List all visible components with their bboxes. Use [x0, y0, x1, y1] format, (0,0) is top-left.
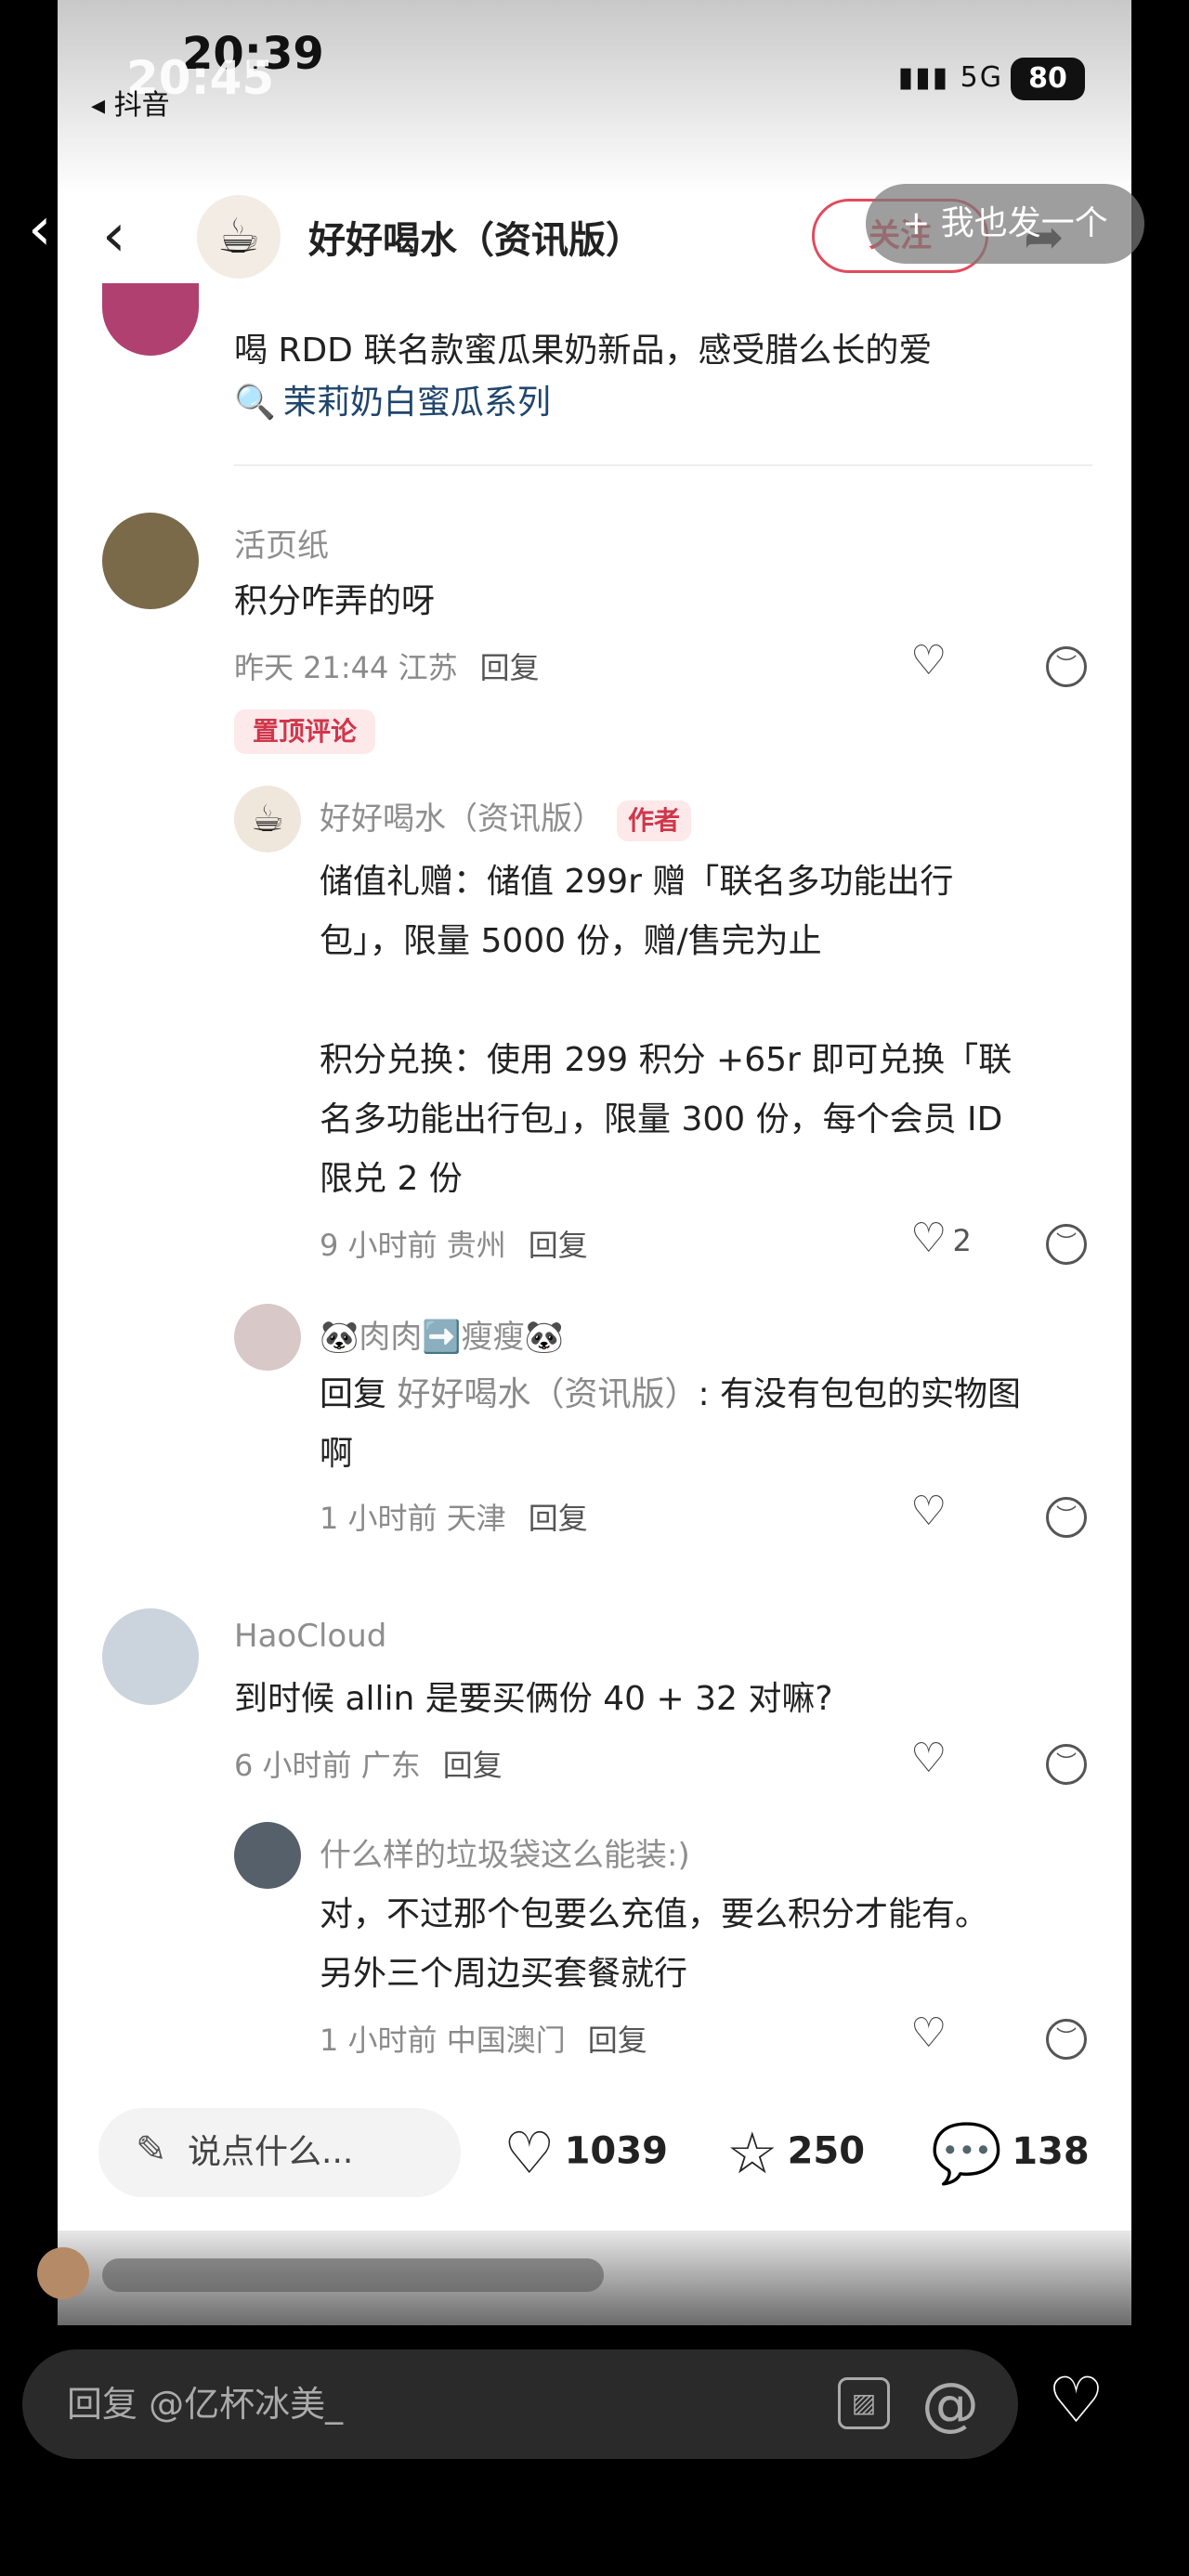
- image-icon[interactable]: ▨: [838, 2377, 890, 2429]
- reply-button[interactable]: 回复: [529, 1501, 588, 1536]
- blurred-comment: [102, 2258, 604, 2292]
- heart-icon[interactable]: ♡: [910, 1735, 947, 1782]
- comment-line: : 有没有包包的实物图: [698, 1375, 1022, 1413]
- account-avatar[interactable]: ☕: [197, 195, 281, 279]
- avatar: [37, 2247, 89, 2299]
- dislike-face-icon[interactable]: ︶: [1046, 1744, 1087, 1785]
- dislike-face-icon[interactable]: ︶: [1046, 646, 1087, 687]
- comment-line: 另外三个周边买套餐就行: [320, 1955, 688, 1993]
- post-also-button[interactable]: + 我也发一个: [866, 184, 1144, 264]
- heart-icon[interactable]: ♡: [910, 637, 947, 684]
- status-bar: 20:39 20:45 ◂ 抖音 ▮▮▮ 5G 80: [0, 0, 1189, 130]
- comment-meta: 1 小时前 天津 回复: [320, 1495, 588, 1538]
- comment-author[interactable]: 活页纸: [234, 520, 329, 566]
- pinned-comment-badge: 置顶评论: [234, 709, 375, 754]
- comment-line: 积分兑换：使用 299 积分 +65r 即可兑换「联: [320, 1041, 1013, 1079]
- comment-meta: 9 小时前 贵州 回复: [320, 1222, 588, 1265]
- dislike-face-icon[interactable]: ︶: [1046, 1224, 1087, 1265]
- favorite-button[interactable]: ☆ 250: [726, 2119, 865, 2187]
- back-to-app-link[interactable]: ◂ 抖音: [91, 82, 170, 123]
- avatar[interactable]: [234, 1304, 301, 1371]
- signal-label: ▮▮▮ 5G: [897, 61, 1003, 94]
- comment-total: 138: [1012, 2130, 1090, 2173]
- battery-indicator: 80: [1011, 58, 1085, 100]
- pen-icon: ✎: [136, 2128, 167, 2171]
- comment-meta: 昨天 21:44 江苏 回复: [234, 644, 540, 687]
- comment-line: 限兑 2 份: [320, 1160, 463, 1198]
- reply-prefix: 回复: [320, 1375, 387, 1413]
- topic-link-label: 茉莉奶白蜜瓜系列: [282, 384, 551, 422]
- reply-button[interactable]: 回复: [443, 1748, 503, 1783]
- dislike-face-icon[interactable]: ︶: [1046, 1497, 1087, 1538]
- comment-line: 对，不过那个包要么充值，要么积分才能有。: [320, 1895, 989, 1933]
- reply-input[interactable]: 回复 @亿杯冰美_: [67, 2349, 343, 2459]
- comment-author[interactable]: 什么样的垃圾袋这么能装:): [320, 1829, 690, 1875]
- heart-icon[interactable]: ♡: [1048, 2364, 1104, 2438]
- comment-text: 对，不过那个包要么充值，要么积分才能有。 另外三个周边买套餐就行: [320, 1885, 988, 2004]
- comment-author[interactable]: HaoCloud: [234, 1618, 386, 1655]
- reply-button[interactable]: 回复: [480, 650, 540, 685]
- network-type: 5G: [960, 61, 1003, 94]
- comment-text: 储值礼赠：储值 299r 赠「联名多功能出行 包」，限量 5000 份，赠/售完…: [320, 852, 1012, 1209]
- comment-line: 包」，限量 5000 份，赠/售完为止: [320, 922, 822, 960]
- favorite-total: 250: [787, 2129, 866, 2173]
- heart-icon[interactable]: ♡: [910, 2010, 947, 2057]
- post-excerpt: 喝 RDD 联名款蜜瓜果奶新品，感受腊么长的爱: [234, 332, 933, 370]
- comment-meta: 6 小时前 广东 回复: [234, 1742, 503, 1785]
- edge-back-icon[interactable]: ‹: [28, 195, 52, 264]
- comment-time-location: 昨天 21:44 江苏: [234, 650, 458, 685]
- back-arrow-icon[interactable]: ‹: [102, 206, 158, 266]
- comment-time-location: 9 小时前 贵州: [320, 1228, 506, 1263]
- comment-button[interactable]: 💬 138: [931, 2119, 1090, 2188]
- topic-link[interactable]: 🔍 茉莉奶白蜜瓜系列: [234, 375, 551, 423]
- heart-icon[interactable]: ♡: [910, 1488, 947, 1535]
- like-total: 1039: [564, 2129, 668, 2173]
- comment-text: 到时候 allin 是要买俩份 40 + 32 对嘛?: [234, 1680, 833, 1718]
- comment-author[interactable]: 🐼肉肉➡️瘦瘦🐼: [320, 1311, 564, 1357]
- author-badge: 作者: [617, 800, 692, 841]
- comment-author-row: 好好喝水（资讯版） 作者: [320, 793, 692, 841]
- search-icon: 🔍: [234, 384, 276, 422]
- reply-composer[interactable]: 回复 @亿杯冰美_ ▨ @: [22, 2349, 1018, 2459]
- comment-line: 名多功能出行包」，限量 300 份，每个会员 ID: [320, 1100, 1003, 1138]
- comment-time-location: 6 小时前 广东: [234, 1748, 421, 1783]
- reply-button[interactable]: 回复: [588, 2023, 647, 2058]
- reply-to-name[interactable]: 好好喝水（资讯版）: [397, 1375, 698, 1413]
- comment-line-blank: [320, 971, 1012, 1031]
- reply-button[interactable]: 回复: [529, 1228, 588, 1263]
- like-count: 2: [952, 1223, 972, 1258]
- avatar[interactable]: [102, 1608, 199, 1705]
- comment-line: 啊: [320, 1435, 354, 1473]
- like-button[interactable]: ♡ 1039: [503, 2119, 668, 2187]
- divider: [234, 464, 1092, 466]
- account-name[interactable]: 好好喝水（资讯版）: [308, 210, 643, 264]
- comment-author[interactable]: 好好喝水（资讯版）: [320, 800, 604, 838]
- comment-text: 积分咋弄的呀: [234, 582, 436, 620]
- heart-icon: ♡: [503, 2119, 555, 2187]
- avatar[interactable]: ☕: [234, 786, 301, 852]
- comment-time-location: 1 小时前 天津: [320, 1501, 506, 1536]
- dislike-face-icon[interactable]: ︶: [1046, 2019, 1087, 2060]
- chat-bubble-icon: 💬: [931, 2119, 1003, 2187]
- comment-line: 储值礼赠：储值 299r 赠「联名多功能出行: [320, 863, 954, 901]
- avatar[interactable]: [102, 513, 199, 609]
- comment-text: 回复 好好喝水（资讯版）: 有没有包包的实物图 啊: [320, 1365, 1021, 1484]
- comment-meta: 1 小时前 中国澳门 回复: [320, 2017, 647, 2060]
- star-icon: ☆: [726, 2119, 778, 2187]
- heart-icon[interactable]: ♡ 2: [910, 1215, 972, 1262]
- avatar[interactable]: [234, 1822, 301, 1889]
- comment-time-location: 1 小时前 中国澳门: [320, 2023, 566, 2058]
- at-icon[interactable]: @: [921, 2370, 979, 2438]
- bottom-action-bar: 说点什么... ✎ ♡ 1039 ☆ 250 💬 138: [58, 2073, 1131, 2231]
